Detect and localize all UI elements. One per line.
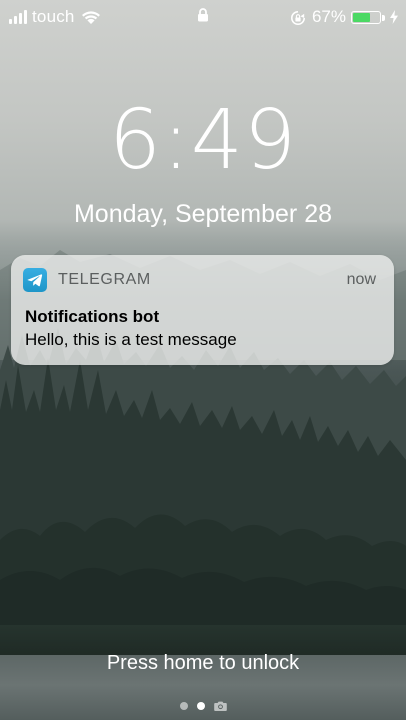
- camera-icon[interactable]: [213, 701, 227, 711]
- battery-icon: [351, 10, 385, 24]
- status-left: touch: [9, 7, 101, 27]
- page-dot[interactable]: [179, 702, 188, 710]
- notification-app-name: TELEGRAM: [58, 271, 151, 288]
- page-indicator: [0, 701, 406, 711]
- battery-fill: [353, 12, 371, 22]
- signal-icon: [9, 10, 27, 24]
- lock-icon: [198, 8, 208, 22]
- carrier-name: touch: [32, 7, 75, 26]
- battery-nub: [382, 14, 385, 21]
- notification-card[interactable]: TELEGRAM now Notifications bot Hello, th…: [11, 255, 394, 365]
- status-bar: touch 67%: [0, 0, 406, 32]
- battery-percent: 67%: [311, 7, 346, 26]
- notification-body: Hello, this is a test message: [25, 330, 237, 349]
- notification-time: now: [346, 271, 376, 288]
- notification-header: TELEGRAM now: [11, 255, 394, 307]
- unlock-hint: Press home to unlock: [106, 652, 300, 674]
- charging-bolt-icon: [390, 10, 398, 24]
- rotation-lock-icon: [290, 10, 305, 25]
- lock-screen-time: 6:49: [108, 93, 298, 188]
- notification-title: Notifications bot: [25, 307, 160, 326]
- telegram-icon: [23, 268, 47, 292]
- status-right: 67%: [290, 7, 398, 27]
- page-dot-active[interactable]: [196, 702, 205, 710]
- wifi-icon: [81, 11, 100, 24]
- lock-screen-date: Monday, September 28: [73, 200, 333, 228]
